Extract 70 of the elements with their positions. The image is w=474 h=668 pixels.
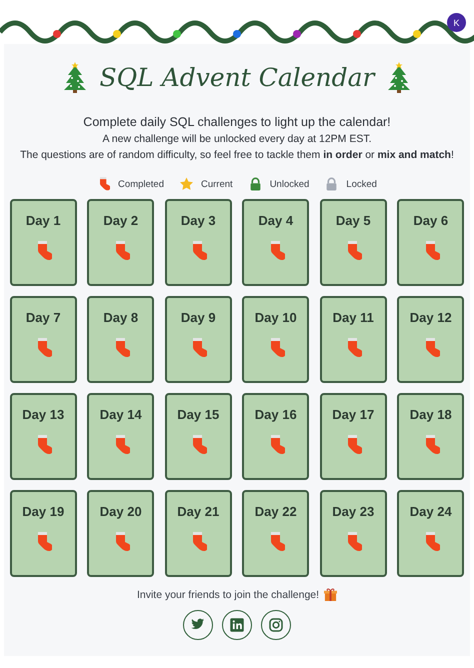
instagram-icon <box>267 616 285 634</box>
intro-text: A new challenge will be unlocked every day at 12PM EST. <box>101 132 373 147</box>
day-label: Day 19 <box>22 504 64 519</box>
avatar[interactable]: K <box>447 13 466 32</box>
day-card[interactable]: Day 15 <box>164 393 232 480</box>
day-label: Day 20 <box>100 504 142 519</box>
day-label: Day 3 <box>180 213 216 228</box>
legend-label: Current <box>201 178 233 190</box>
day-card[interactable]: Day 22 <box>242 490 310 577</box>
day-label: Day 11 <box>332 310 374 325</box>
day-card[interactable]: Day 24 <box>397 490 464 577</box>
day-card[interactable]: Day 6 <box>397 199 464 286</box>
day-card[interactable]: Day 20 <box>87 490 154 577</box>
day-card[interactable]: Day 12 <box>397 296 464 383</box>
share-link[interactable] <box>183 610 213 640</box>
day-card[interactable]: Day 13 <box>10 393 77 480</box>
page-title: SQL Advent Calendar <box>99 63 375 92</box>
legend-label: Locked <box>346 178 377 190</box>
share-link[interactable] <box>261 610 291 640</box>
intro-text: The questions are of random difficulty, so feel free to tackle them in order or mix and match! <box>20 148 454 163</box>
day-card[interactable]: Day 23 <box>320 490 387 577</box>
share-link[interactable] <box>222 610 252 640</box>
padlock-icon <box>325 177 338 191</box>
day-label: Day 10 <box>254 310 297 325</box>
day-card[interactable]: Day 11 <box>320 296 387 383</box>
padlock-icon <box>248 177 262 191</box>
day-card[interactable]: Day 18 <box>397 393 464 480</box>
day-card[interactable]: Day 16 <box>242 393 310 480</box>
day-label: Day 14 <box>100 407 142 422</box>
day-label: Day 24 <box>410 504 452 519</box>
christmas-tree-icon <box>63 62 88 93</box>
day-label: Day 12 <box>410 310 452 325</box>
day-label: Day 8 <box>103 310 138 325</box>
day-label: Day 18 <box>410 407 452 422</box>
day-card[interactable]: Day 9 <box>164 296 232 383</box>
day-label: Day 5 <box>336 213 371 228</box>
day-label: Day 6 <box>413 213 448 228</box>
day-card[interactable]: Day 5 <box>320 199 387 286</box>
linkedin-icon <box>228 616 246 634</box>
intro-text: Complete daily SQL challenges to light up the calendar! <box>82 114 392 131</box>
invite-text: Invite your friends to join the challenge! <box>136 588 320 600</box>
day-label: Day 22 <box>254 504 297 519</box>
gift-icon <box>324 588 338 601</box>
day-label: Day 15 <box>177 407 220 422</box>
day-card[interactable]: Day 7 <box>10 296 77 383</box>
day-card[interactable]: Day 10 <box>242 296 310 383</box>
day-label: Day 1 <box>26 213 61 228</box>
day-card[interactable]: Day 2 <box>87 199 154 286</box>
day-label: Day 17 <box>332 407 374 422</box>
day-label: Day 9 <box>180 310 216 325</box>
day-card[interactable]: Day 21 <box>164 490 232 577</box>
sock-icon <box>97 177 110 191</box>
day-label: Day 7 <box>26 310 61 325</box>
day-label: Day 21 <box>177 504 220 519</box>
day-card[interactable]: Day 3 <box>164 199 232 286</box>
christmas-tree-icon <box>386 62 411 93</box>
day-label: Day 23 <box>332 504 374 519</box>
day-label: Day 13 <box>22 407 64 422</box>
legend-label: Unlocked <box>270 178 310 190</box>
day-card[interactable]: Day 1 <box>10 199 77 286</box>
star-icon <box>180 177 193 191</box>
day-label: Day 2 <box>103 213 138 228</box>
day-card[interactable]: Day 19 <box>10 490 77 577</box>
day-card[interactable]: Day 14 <box>87 393 154 480</box>
legend-label: Completed <box>118 178 164 190</box>
day-label: Day 16 <box>254 407 297 422</box>
day-label: Day 4 <box>258 213 294 228</box>
day-card[interactable]: Day 8 <box>87 296 154 383</box>
day-card[interactable]: Day 4 <box>242 199 310 286</box>
day-card[interactable]: Day 17 <box>320 393 387 480</box>
